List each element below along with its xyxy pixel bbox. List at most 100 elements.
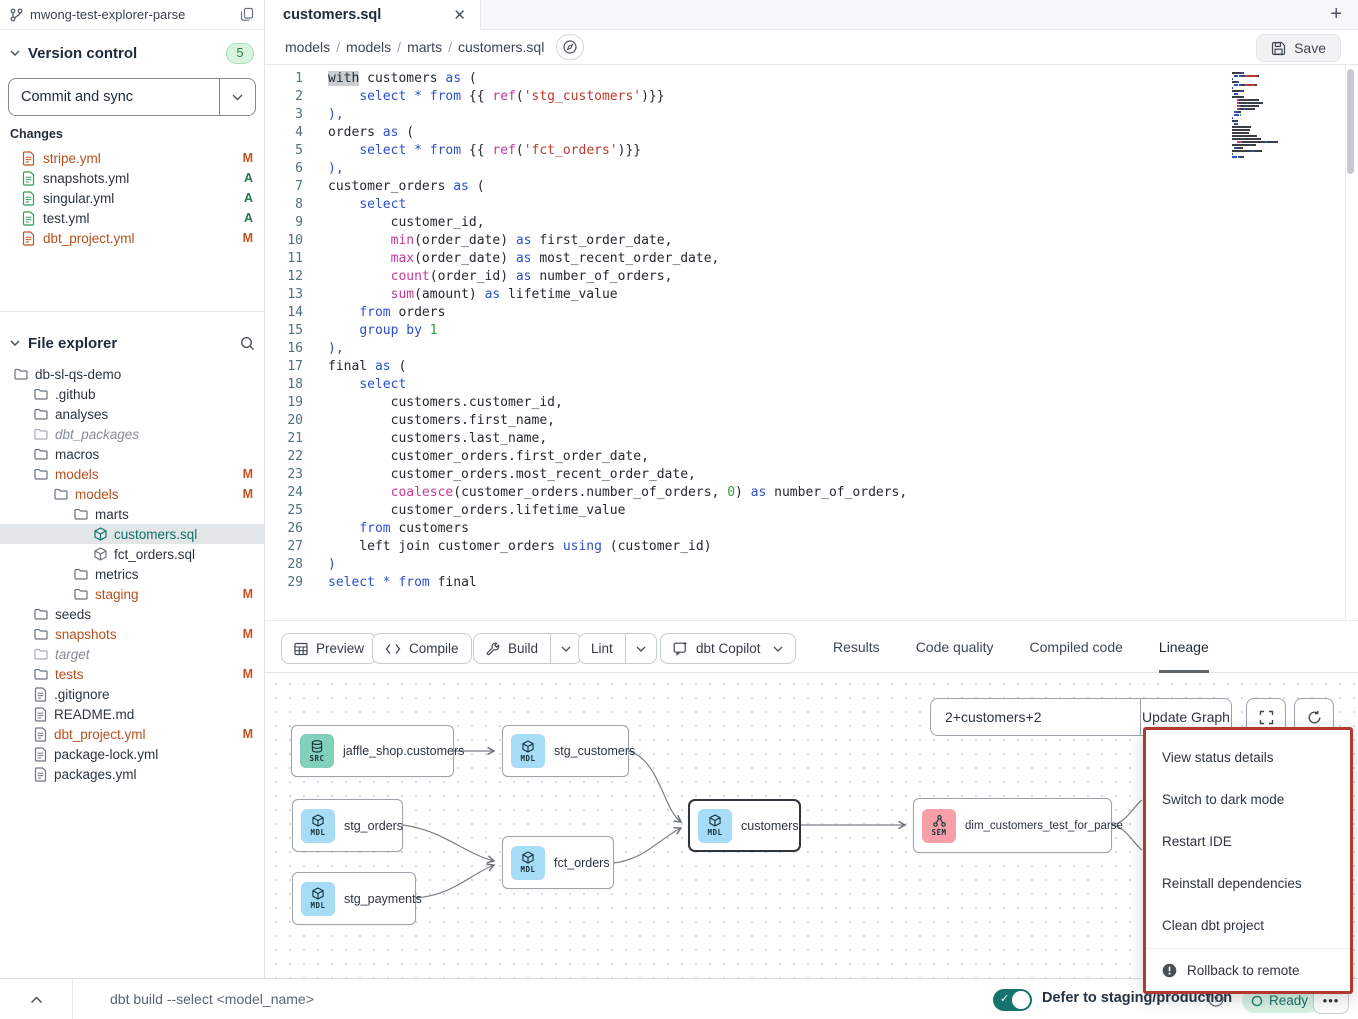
- expand-command-panel-button[interactable]: [0, 979, 73, 1019]
- tree-item-dbt-project-yml[interactable]: dbt_project.ymlM: [0, 724, 265, 744]
- lineage-node-stg-customers[interactable]: MDLstg_customers: [502, 725, 629, 777]
- explore-lineage-button[interactable]: [556, 34, 584, 60]
- lineage-pane[interactable]: SRCjaffle_shop.customers MDLstg_customers…: [265, 673, 1358, 978]
- lint-button[interactable]: Lint: [578, 633, 657, 664]
- code-line[interactable]: 23 customer_orders.most_recent_order_dat…: [265, 466, 907, 484]
- lineage-node-customers[interactable]: MDLcustomers: [688, 799, 801, 852]
- code-line[interactable]: 28): [265, 556, 907, 574]
- change-item[interactable]: dbt_project.ymlM: [0, 228, 265, 248]
- tree-item-macros[interactable]: macros: [0, 444, 265, 464]
- preview-button[interactable]: Preview: [281, 633, 377, 664]
- change-item[interactable]: singular.ymlA: [0, 188, 265, 208]
- tab-code-quality[interactable]: Code quality: [916, 621, 994, 673]
- tree-item-analyses[interactable]: analyses: [0, 404, 265, 424]
- code-line[interactable]: 18 select: [265, 376, 907, 394]
- code-line[interactable]: 29select * from final: [265, 574, 907, 592]
- menu-item-rollback-to-remote[interactable]: Rollback to remote: [1146, 949, 1350, 991]
- tab-lineage[interactable]: Lineage: [1159, 621, 1209, 673]
- code-line[interactable]: 26 from customers: [265, 520, 907, 538]
- build-button[interactable]: Build: [473, 633, 582, 664]
- code-line[interactable]: 14 from orders: [265, 304, 907, 322]
- code-line[interactable]: 9 customer_id,: [265, 214, 907, 232]
- menu-item-switch-to-dark-mode[interactable]: Switch to dark mode: [1146, 778, 1350, 820]
- lineage-node-jaffle-shop-customers[interactable]: SRCjaffle_shop.customers: [291, 725, 454, 777]
- tab-results[interactable]: Results: [833, 621, 880, 673]
- commit-options-chevron-icon[interactable]: [219, 79, 255, 115]
- tree-item-snapshots[interactable]: snapshotsM: [0, 624, 265, 644]
- breadcrumb[interactable]: customers.sql: [458, 39, 544, 55]
- code-line[interactable]: 22 customer_orders.first_order_date,: [265, 448, 907, 466]
- tab-customers-sql[interactable]: customers.sql ✕: [265, 0, 481, 30]
- code-line[interactable]: 7customer_orders as (: [265, 178, 907, 196]
- commit-and-sync-button[interactable]: Commit and sync: [8, 78, 256, 116]
- code-line[interactable]: 12 count(order_id) as number_of_orders,: [265, 268, 907, 286]
- code-line[interactable]: 10 min(order_date) as first_order_date,: [265, 232, 907, 250]
- tree-item-marts[interactable]: marts: [0, 504, 265, 524]
- lineage-filter-input[interactable]: [931, 699, 1140, 735]
- copy-branch-icon[interactable]: [240, 7, 254, 22]
- compile-button[interactable]: Compile: [372, 633, 472, 664]
- file-explorer-header[interactable]: File explorer: [0, 328, 265, 358]
- code-line[interactable]: 24 coalesce(customer_orders.number_of_or…: [265, 484, 907, 502]
- tree-item-db-sl-qs-demo[interactable]: db-sl-qs-demo: [0, 364, 265, 384]
- lineage-node-stg-payments[interactable]: MDLstg_payments: [292, 872, 416, 925]
- code-line[interactable]: 1with customers as (: [265, 70, 907, 88]
- code-line[interactable]: 15 group by 1: [265, 322, 907, 340]
- tree-item--gitignore[interactable]: .gitignore: [0, 684, 265, 704]
- tree-item-models[interactable]: modelsM: [0, 484, 265, 504]
- change-item[interactable]: stripe.ymlM: [0, 148, 265, 168]
- version-control-header[interactable]: Version control 5: [0, 38, 264, 68]
- code-line[interactable]: 6),: [265, 160, 907, 178]
- search-icon[interactable]: [240, 336, 255, 351]
- defer-toggle[interactable]: ✓: [993, 989, 1032, 1011]
- tree-item--github[interactable]: .github: [0, 384, 265, 404]
- breadcrumb[interactable]: marts: [407, 39, 442, 55]
- tree-item-package-lock-yml[interactable]: package-lock.yml: [0, 744, 265, 764]
- tree-item-target[interactable]: target: [0, 644, 265, 664]
- tree-item-dbt-packages[interactable]: dbt_packages: [0, 424, 265, 444]
- lineage-node-dim-customers-test-for-parse[interactable]: SEMdim_customers_test_for_parse: [913, 798, 1112, 853]
- tree-item-seeds[interactable]: seeds: [0, 604, 265, 624]
- close-icon[interactable]: ✕: [453, 6, 466, 24]
- code-line[interactable]: 25 customer_orders.lifetime_value: [265, 502, 907, 520]
- tree-item-models[interactable]: modelsM: [0, 464, 265, 484]
- scrollbar-thumb[interactable]: [1347, 69, 1354, 174]
- lineage-node-stg-orders[interactable]: MDLstg_orders: [292, 799, 403, 852]
- code-line[interactable]: 21 customers.last_name,: [265, 430, 907, 448]
- code-line[interactable]: 13 sum(amount) as lifetime_value: [265, 286, 907, 304]
- change-item[interactable]: test.ymlA: [0, 208, 265, 228]
- tab-compiled-code[interactable]: Compiled code: [1030, 621, 1123, 673]
- code-line[interactable]: 4orders as (: [265, 124, 907, 142]
- code-line[interactable]: 27 left join customer_orders using (cust…: [265, 538, 907, 556]
- change-item[interactable]: snapshots.ymlA: [0, 168, 265, 188]
- code-line[interactable]: 3),: [265, 106, 907, 124]
- tree-item-staging[interactable]: stagingM: [0, 584, 265, 604]
- command-input[interactable]: [110, 987, 710, 1011]
- tree-item-fct-orders-sql[interactable]: fct_orders.sql: [0, 544, 265, 564]
- code-line[interactable]: 11 max(order_date) as most_recent_order_…: [265, 250, 907, 268]
- dbt-copilot-button[interactable]: dbt Copilot: [660, 633, 796, 664]
- lineage-node-fct-orders[interactable]: MDLfct_orders: [502, 836, 614, 889]
- code-line[interactable]: 8 select: [265, 196, 907, 214]
- save-button[interactable]: Save: [1256, 34, 1341, 62]
- tree-item-customers-sql[interactable]: customers.sql: [0, 524, 265, 544]
- code-editor[interactable]: 1with customers as (2 select * from {{ r…: [265, 65, 1358, 620]
- tree-item-packages-yml[interactable]: packages.yml: [0, 764, 265, 784]
- tree-item-tests[interactable]: testsM: [0, 664, 265, 684]
- menu-item-restart-ide[interactable]: Restart IDE: [1146, 820, 1350, 862]
- new-tab-button[interactable]: +: [1330, 3, 1342, 26]
- menu-item-reinstall-dependencies[interactable]: Reinstall dependencies: [1146, 862, 1350, 904]
- code-line[interactable]: 19 customers.customer_id,: [265, 394, 907, 412]
- code-line[interactable]: 20 customers.first_name,: [265, 412, 907, 430]
- code-line[interactable]: 16),: [265, 340, 907, 358]
- tree-item-metrics[interactable]: metrics: [0, 564, 265, 584]
- build-options-chevron-icon[interactable]: [550, 634, 581, 663]
- breadcrumb[interactable]: models: [285, 39, 330, 55]
- breadcrumb[interactable]: models: [346, 39, 391, 55]
- lint-options-chevron-icon[interactable]: [625, 634, 656, 663]
- code-line[interactable]: 2 select * from {{ ref('stg_customers')}…: [265, 88, 907, 106]
- code-line[interactable]: 5 select * from {{ ref('fct_orders')}}: [265, 142, 907, 160]
- tree-item-readme-md[interactable]: README.md: [0, 704, 265, 724]
- menu-item-clean-dbt-project[interactable]: Clean dbt project: [1146, 904, 1350, 946]
- menu-item-view-status-details[interactable]: View status details: [1146, 736, 1350, 778]
